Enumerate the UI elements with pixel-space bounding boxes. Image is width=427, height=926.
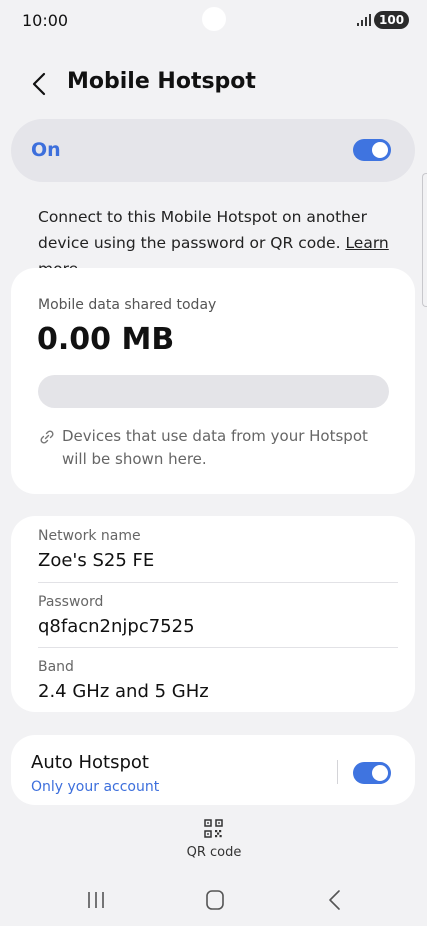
recent-apps-icon[interactable]	[81, 888, 111, 912]
data-usage-value: 0.00 MB	[37, 322, 175, 357]
password-row[interactable]: Password q8facn2njpc7525	[11, 582, 415, 646]
auto-hotspot-subtitle: Only your account	[31, 779, 160, 795]
toggle-knob	[372, 142, 388, 158]
auto-hotspot-toggle[interactable]	[353, 762, 391, 784]
band-label: Band	[38, 659, 74, 675]
edge-panel-handle[interactable]	[422, 173, 427, 307]
app-header: Mobile Hotspot	[0, 62, 427, 106]
status-time: 10:00	[22, 11, 69, 30]
connected-devices-note: Devices that use data from your Hotspot …	[62, 427, 368, 468]
camera-cutout	[202, 7, 226, 31]
page-title: Mobile Hotspot	[67, 69, 256, 94]
toggle-knob	[372, 765, 388, 781]
qr-code-icon	[204, 819, 223, 838]
description-text: Connect to this Mobile Hotspot on anothe…	[38, 208, 367, 252]
network-name-label: Network name	[38, 528, 141, 544]
hotspot-master-switch-row[interactable]: On	[11, 119, 415, 182]
band-value: 2.4 GHz and 5 GHz	[38, 681, 209, 702]
password-label: Password	[38, 594, 104, 610]
link-icon	[40, 430, 54, 444]
data-usage-card: Mobile data shared today 0.00 MB Devices…	[11, 268, 415, 494]
data-usage-bar	[38, 375, 389, 408]
toggle-separator	[337, 760, 338, 784]
password-value: q8facn2njpc7525	[38, 616, 195, 637]
network-name-row[interactable]: Network name Zoe's S25 FE	[11, 516, 415, 580]
network-settings-card: Network name Zoe's S25 FE Password q8fac…	[11, 516, 415, 712]
battery-indicator: 100	[374, 11, 410, 29]
back-nav-icon[interactable]	[320, 888, 350, 912]
back-arrow-icon[interactable]	[26, 68, 54, 100]
master-switch-label: On	[31, 139, 61, 161]
signal-icon	[357, 14, 371, 26]
home-icon[interactable]	[200, 888, 230, 912]
status-bar: 10:00 100	[0, 0, 427, 42]
auto-hotspot-title: Auto Hotspot	[31, 752, 149, 773]
qr-code-button[interactable]: QR code	[173, 817, 255, 865]
auto-hotspot-card[interactable]: Auto Hotspot Only your account	[11, 735, 415, 805]
band-row[interactable]: Band 2.4 GHz and 5 GHz	[11, 647, 415, 711]
data-usage-label: Mobile data shared today	[38, 297, 217, 313]
system-navigation-bar	[0, 880, 427, 920]
hotspot-toggle[interactable]	[353, 139, 391, 161]
network-name-value: Zoe's S25 FE	[38, 550, 155, 571]
qr-code-label: QR code	[186, 845, 242, 860]
